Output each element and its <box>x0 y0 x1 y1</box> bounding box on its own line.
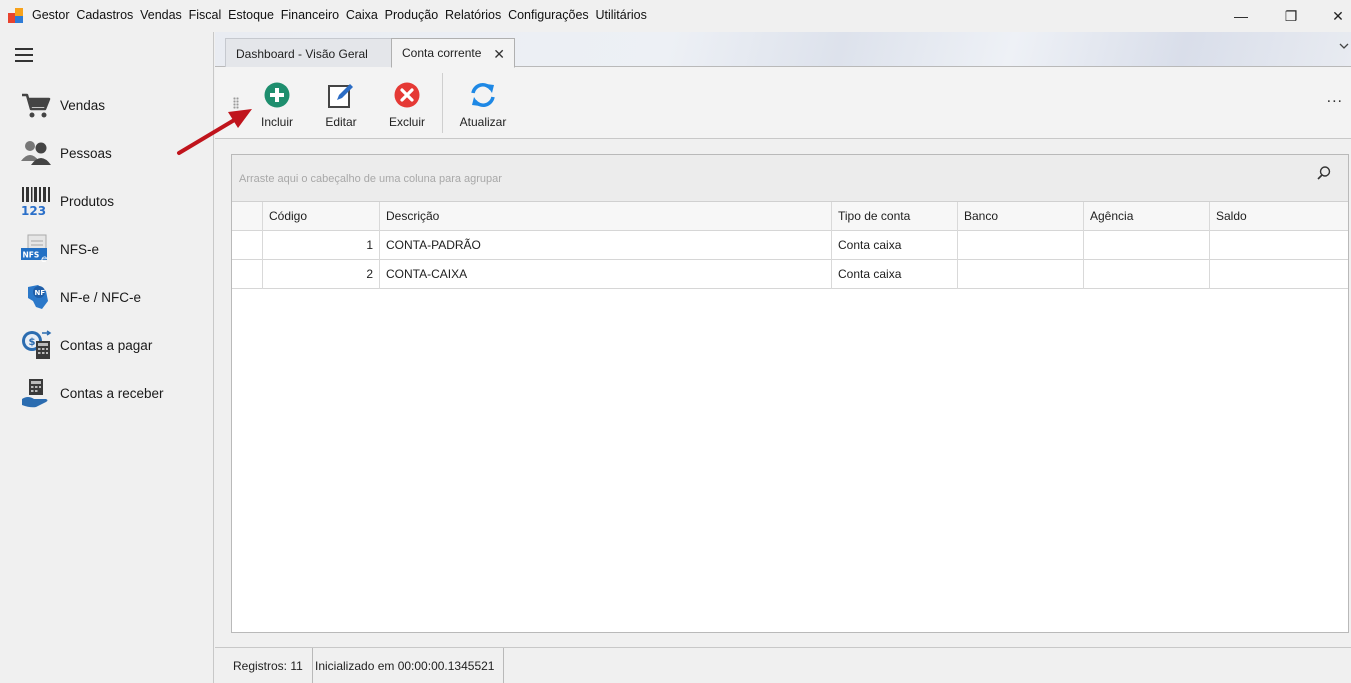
cell-descricao[interactable]: CONTA-PADRÃO <box>380 231 832 260</box>
cell-codigo[interactable]: 2 <box>263 260 380 289</box>
tab-label: Conta corrente <box>402 46 482 60</box>
menu-relatorios[interactable]: Relatórios <box>445 8 501 22</box>
cell-saldo[interactable] <box>1210 231 1348 260</box>
app-logo-icon <box>8 8 23 23</box>
cell-tipo-de-conta[interactable]: Conta caixa <box>832 231 958 260</box>
sidebar-item-label: NFS-e <box>60 241 100 257</box>
chevron-down-icon[interactable] <box>1339 42 1349 50</box>
bill-pay-icon: $ <box>22 330 52 359</box>
data-grid: Arraste aqui o cabeçalho de uma coluna p… <box>231 154 1349 633</box>
search-icon[interactable] <box>1316 165 1332 181</box>
cell-banco[interactable] <box>958 231 1084 260</box>
sidebar-item-label: Contas a receber <box>60 385 164 401</box>
menu-producao[interactable]: Produção <box>385 8 439 22</box>
barcode-icon: 123 <box>21 187 50 217</box>
row-indicator <box>232 260 263 289</box>
svg-text:NFS: NFS <box>23 251 40 260</box>
button-label: Excluir <box>388 115 425 129</box>
sidebar-item-label: NF-e / NFC-e <box>60 289 141 305</box>
svg-text:123: 123 <box>21 204 46 217</box>
sidebar-item-label: Contas a pagar <box>60 337 153 353</box>
cell-saldo[interactable] <box>1210 260 1348 289</box>
close-tab-icon[interactable]: ✕ <box>493 46 505 63</box>
nfse-icon: NFS e <box>21 234 47 265</box>
minimize-button[interactable]: — <box>1218 4 1264 28</box>
cell-agencia[interactable] <box>1084 260 1210 289</box>
table-row[interactable]: 2 CONTA-CAIXA Conta caixa <box>232 260 1348 289</box>
column-header-descricao[interactable]: Descrição <box>380 202 832 231</box>
row-indicator-header <box>232 202 263 231</box>
row-indicator <box>232 231 263 260</box>
sidebar-item-nfse[interactable]: NFS e NFS-e <box>0 227 213 271</box>
sidebar-item-label: Produtos <box>60 193 115 209</box>
svg-text:NF: NF <box>35 289 46 297</box>
tab-dashboard[interactable]: Dashboard - Visão Geral <box>225 38 397 68</box>
cell-descricao[interactable]: CONTA-CAIXA <box>380 260 832 289</box>
menu-estoque[interactable]: Estoque <box>228 8 274 22</box>
delete-circle-icon <box>394 82 420 108</box>
sidebar-item-label: Vendas <box>60 97 106 113</box>
menu-fiscal[interactable]: Fiscal <box>189 8 222 22</box>
column-header-banco[interactable]: Banco <box>958 202 1084 231</box>
status-records: Registros: 11 <box>224 648 313 683</box>
sidebar-item-contas-a-receber[interactable]: Contas a receber <box>0 371 213 415</box>
grid-header: Código Descrição Tipo de conta Banco Agê… <box>232 202 1348 231</box>
menu-configuracoes[interactable]: Configurações <box>508 8 589 22</box>
close-window-button[interactable]: ✕ <box>1315 4 1351 28</box>
editar-button[interactable]: Editar <box>311 67 371 133</box>
nfe-icon: NF <box>28 285 48 309</box>
cell-codigo[interactable]: 1 <box>263 231 380 260</box>
status-init-time: Inicializado em 00:00:00.1345521 <box>306 648 505 683</box>
app-window: Gestor Cadastros Vendas Fiscal Estoque F… <box>0 0 1351 683</box>
menu-financeiro[interactable]: Financeiro <box>281 8 339 22</box>
svg-text:e: e <box>41 254 47 265</box>
tab-label: Dashboard - Visão Geral <box>236 46 368 61</box>
atualizar-button[interactable]: Atualizar <box>453 67 513 133</box>
tab-strip: Dashboard - Visão Geral Conta corrente ✕ <box>215 32 1351 68</box>
button-label: Atualizar <box>459 115 507 129</box>
toolbar: Incluir Editar Excluir Atualizar ... <box>215 67 1351 139</box>
button-label: Editar <box>325 115 357 129</box>
table-row[interactable]: 1 CONTA-PADRÃO Conta caixa <box>232 231 1348 260</box>
cell-tipo-de-conta[interactable]: Conta caixa <box>832 260 958 289</box>
menu-caixa[interactable]: Caixa <box>346 8 378 22</box>
excluir-button[interactable]: Excluir <box>377 67 437 133</box>
menu-gestor[interactable]: Gestor <box>32 8 70 22</box>
column-header-saldo[interactable]: Saldo <box>1210 202 1348 231</box>
menu-cadastros[interactable]: Cadastros <box>76 8 133 22</box>
cart-icon <box>22 93 51 118</box>
status-bar: Registros: 11 Inicializado em 00:00:00.1… <box>215 647 1351 683</box>
group-panel[interactable]: Arraste aqui o cabeçalho de uma coluna p… <box>232 155 1348 202</box>
svg-text:$: $ <box>29 337 36 348</box>
annotation-arrow-icon <box>177 109 252 155</box>
sidebar-item-contas-a-pagar[interactable]: $ Contas a pagar <box>0 323 213 367</box>
menu-vendas[interactable]: Vendas <box>140 8 182 22</box>
cell-agencia[interactable] <box>1084 231 1210 260</box>
group-placeholder: Arraste aqui o cabeçalho de uma coluna p… <box>239 173 502 185</box>
sidebar-item-produtos[interactable]: 123 Produtos <box>0 179 213 223</box>
column-header-codigo[interactable]: Código <box>263 202 380 231</box>
bill-receive-icon <box>22 379 48 408</box>
hamburger-menu-icon[interactable] <box>15 48 33 62</box>
menu-items: Gestor Cadastros Vendas Fiscal Estoque F… <box>32 8 654 22</box>
edit-icon <box>328 84 353 108</box>
more-options-icon[interactable]: ... <box>1327 89 1343 107</box>
restore-button[interactable]: ❐ <box>1268 4 1314 28</box>
refresh-icon <box>471 83 495 107</box>
cell-banco[interactable] <box>958 260 1084 289</box>
toolbar-separator <box>442 73 443 133</box>
people-icon <box>21 141 51 165</box>
column-header-tipo-de-conta[interactable]: Tipo de conta <box>832 202 958 231</box>
menu-utilitarios[interactable]: Utilitários <box>595 8 646 22</box>
column-header-agencia[interactable]: Agência <box>1084 202 1210 231</box>
tab-conta-corrente[interactable]: Conta corrente ✕ <box>391 38 515 68</box>
sidebar-item-nfe[interactable]: NF NF-e / NFC-e <box>0 275 213 319</box>
sidebar-item-label: Pessoas <box>60 145 112 161</box>
menu-bar: Gestor Cadastros Vendas Fiscal Estoque F… <box>0 0 1351 32</box>
